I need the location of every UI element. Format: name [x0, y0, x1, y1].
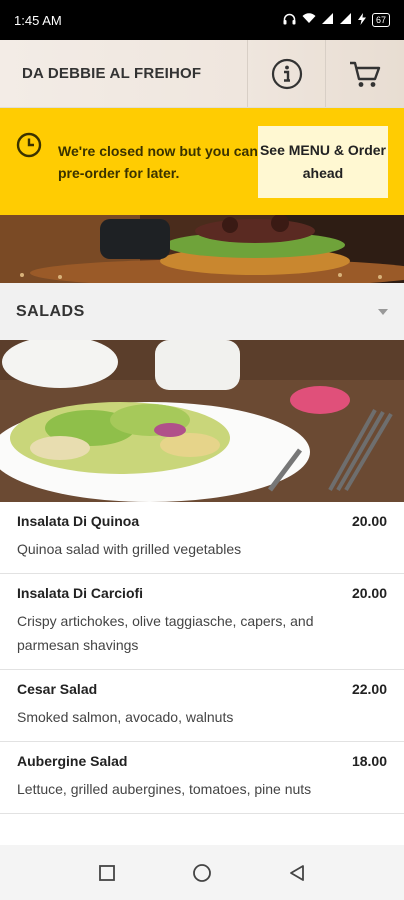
- item-price: 22.00: [351, 681, 387, 697]
- recent-apps-button[interactable]: [98, 864, 116, 882]
- status-icons: 67: [283, 12, 390, 28]
- item-description: Quinoa salad with grilled vegetables: [17, 541, 242, 557]
- charging-icon: [357, 12, 366, 28]
- item-name: Aubergine Salad: [17, 753, 128, 769]
- cart-button[interactable]: [326, 40, 404, 107]
- menu-item[interactable]: Aubergine Salad 18.00 Lettuce, grilled a…: [0, 742, 404, 814]
- item-description: Lettuce, grilled aubergines, tomatoes, p…: [17, 781, 312, 797]
- menu-item[interactable]: Insalata Di Carciofi 20.00 Crispy artich…: [0, 574, 404, 670]
- item-price: 18.00: [351, 753, 387, 769]
- closed-banner: We're closed now but you can pre-order f…: [0, 108, 404, 215]
- clock-icon: [16, 132, 42, 158]
- circle-icon: [193, 863, 211, 882]
- item-price: 20.00: [351, 513, 387, 529]
- salad-image: [0, 340, 404, 502]
- category-salads-header[interactable]: SALADS: [0, 283, 404, 340]
- category-title: SALADS: [16, 302, 85, 320]
- status-time: 1:45 AM: [14, 12, 62, 28]
- item-name: Insalata Di Carciofi: [17, 585, 144, 601]
- closed-message: We're closed now but you can pre-order f…: [58, 142, 258, 181]
- square-icon: [99, 864, 115, 881]
- hero-image: [0, 215, 404, 283]
- item-description: Crispy artichokes, olive taggiasche, cap…: [17, 613, 314, 653]
- item-name: Cesar Salad: [17, 681, 98, 697]
- info-button[interactable]: [248, 40, 326, 107]
- menu-item[interactable]: Insalata Di Quinoa 20.00 Quinoa salad wi…: [0, 502, 404, 574]
- chevron-down-icon: [378, 308, 388, 315]
- menu-list: Insalata Di Quinoa 20.00 Quinoa salad wi…: [0, 502, 404, 814]
- see-menu-order-ahead-button[interactable]: See MENU & Order ahead: [258, 125, 388, 198]
- item-price: 20.00: [351, 585, 387, 601]
- headphones-icon: [283, 13, 296, 28]
- wifi-icon: [302, 13, 316, 27]
- battery-icon: 67: [371, 13, 390, 27]
- status-bar: 1:45 AM 67: [0, 0, 404, 40]
- cart-icon: [350, 61, 381, 87]
- restaurant-name: DA DEBBIE AL FREIHOF: [0, 40, 248, 107]
- triangle-back-icon: [290, 864, 304, 881]
- burger-image: [0, 215, 404, 283]
- signal-icon-2: [339, 13, 352, 27]
- menu-item[interactable]: Cesar Salad 22.00 Smoked salmon, avocado…: [0, 670, 404, 742]
- item-description: Smoked salmon, avocado, walnuts: [17, 709, 234, 725]
- signal-icon: [321, 13, 334, 27]
- app-header: DA DEBBIE AL FREIHOF: [0, 40, 404, 108]
- info-icon: [271, 58, 302, 89]
- home-button[interactable]: [192, 863, 212, 883]
- system-nav-bar: [0, 845, 404, 900]
- back-button[interactable]: [288, 864, 306, 882]
- item-name: Insalata Di Quinoa: [17, 513, 140, 529]
